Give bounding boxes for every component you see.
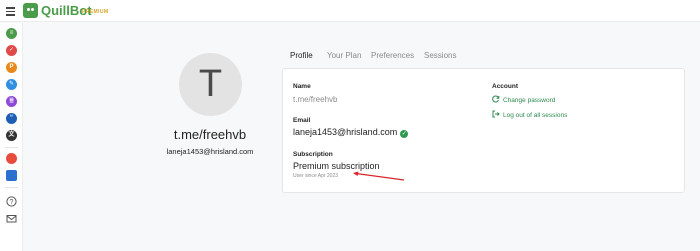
logout-all-label: Log out of all sessions: [503, 112, 568, 119]
svg-text:?: ?: [10, 199, 14, 206]
tab-preferences[interactable]: Preferences: [371, 51, 414, 60]
name-label: Name: [293, 83, 311, 90]
logout-icon: [492, 110, 500, 118]
annotation-arrow: [353, 171, 405, 181]
sidebar-divider: [5, 187, 18, 188]
grammar-checker-icon[interactable]: ✓: [6, 45, 17, 56]
subscription-value: Premium subscription: [293, 161, 380, 171]
tab-your-plan[interactable]: Your Plan: [327, 51, 361, 60]
citation-generator-icon[interactable]: “: [6, 113, 17, 124]
email-label: Email: [293, 117, 311, 124]
email-value: laneja1453@hrisland.com: [293, 127, 398, 137]
paraphraser-icon[interactable]: ≡: [6, 28, 17, 39]
logout-all-link[interactable]: Log out of all sessions: [492, 110, 567, 119]
email-row: laneja1453@hrisland.com ✓: [293, 127, 409, 138]
plagiarism-checker-icon[interactable]: P: [6, 62, 17, 73]
co-writer-icon[interactable]: ✎: [6, 79, 17, 90]
sidebar-divider: [5, 147, 18, 148]
translator-icon[interactable]: 文: [6, 130, 17, 141]
summarizer-icon[interactable]: ≣: [6, 96, 17, 107]
chrome-extension-icon[interactable]: [6, 153, 17, 164]
tab-sessions[interactable]: Sessions: [424, 51, 456, 60]
sidebar: ≡ ✓ P ✎ ≣ “ 文 ?: [0, 23, 23, 251]
change-password-label: Change password: [503, 97, 556, 104]
premium-badge: PREMIUM: [82, 9, 109, 15]
profile-card: Name t.me/freehvb Email laneja1453@hrisl…: [282, 68, 685, 193]
avatar[interactable]: T: [179, 53, 242, 116]
word-extension-icon[interactable]: [6, 170, 17, 181]
subscription-since: User since Apr 2023: [293, 173, 339, 179]
subscription-label: Subscription: [293, 151, 333, 158]
tab-profile[interactable]: Profile: [290, 51, 313, 60]
menu-icon[interactable]: [6, 7, 15, 16]
mail-icon[interactable]: [6, 211, 17, 223]
top-bar: QuillBot PREMIUM: [0, 0, 700, 22]
quillbot-logo-icon[interactable]: [23, 3, 38, 18]
name-value[interactable]: t.me/freehvb: [293, 95, 337, 104]
help-icon[interactable]: ?: [6, 194, 17, 207]
account-label: Account: [492, 83, 518, 90]
refresh-icon: [492, 95, 500, 103]
verified-check-icon: ✓: [400, 130, 409, 138]
profile-name: t.me/freehvb: [173, 127, 247, 142]
profile-email: laneja1453@hrisland.com: [166, 147, 254, 156]
change-password-link[interactable]: Change password: [492, 95, 555, 104]
